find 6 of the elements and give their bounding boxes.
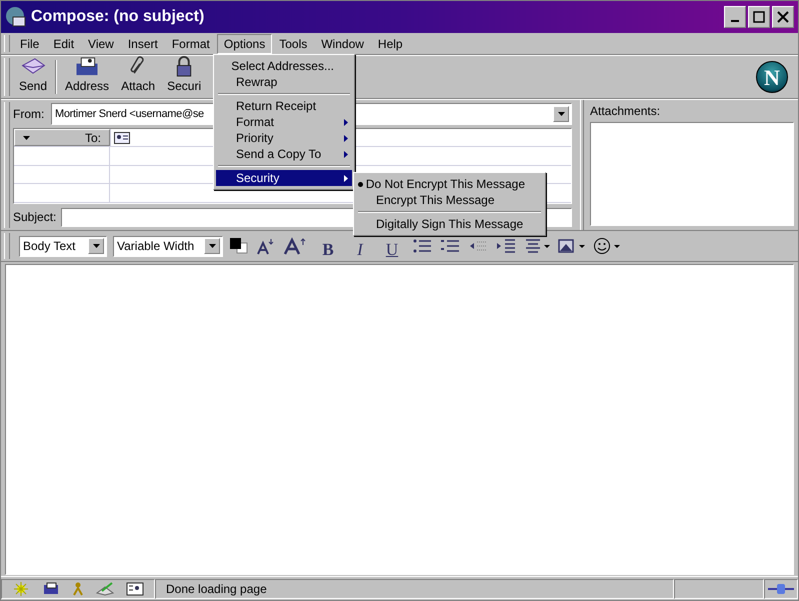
netscape-logo: N bbox=[756, 61, 788, 93]
status-text: Done loading page bbox=[166, 580, 267, 598]
attachments-label: Attachments: bbox=[590, 103, 662, 120]
window-title: Compose: (no subject) bbox=[31, 7, 204, 27]
subject-label: Subject: bbox=[13, 209, 57, 226]
from-label: From: bbox=[13, 106, 45, 123]
